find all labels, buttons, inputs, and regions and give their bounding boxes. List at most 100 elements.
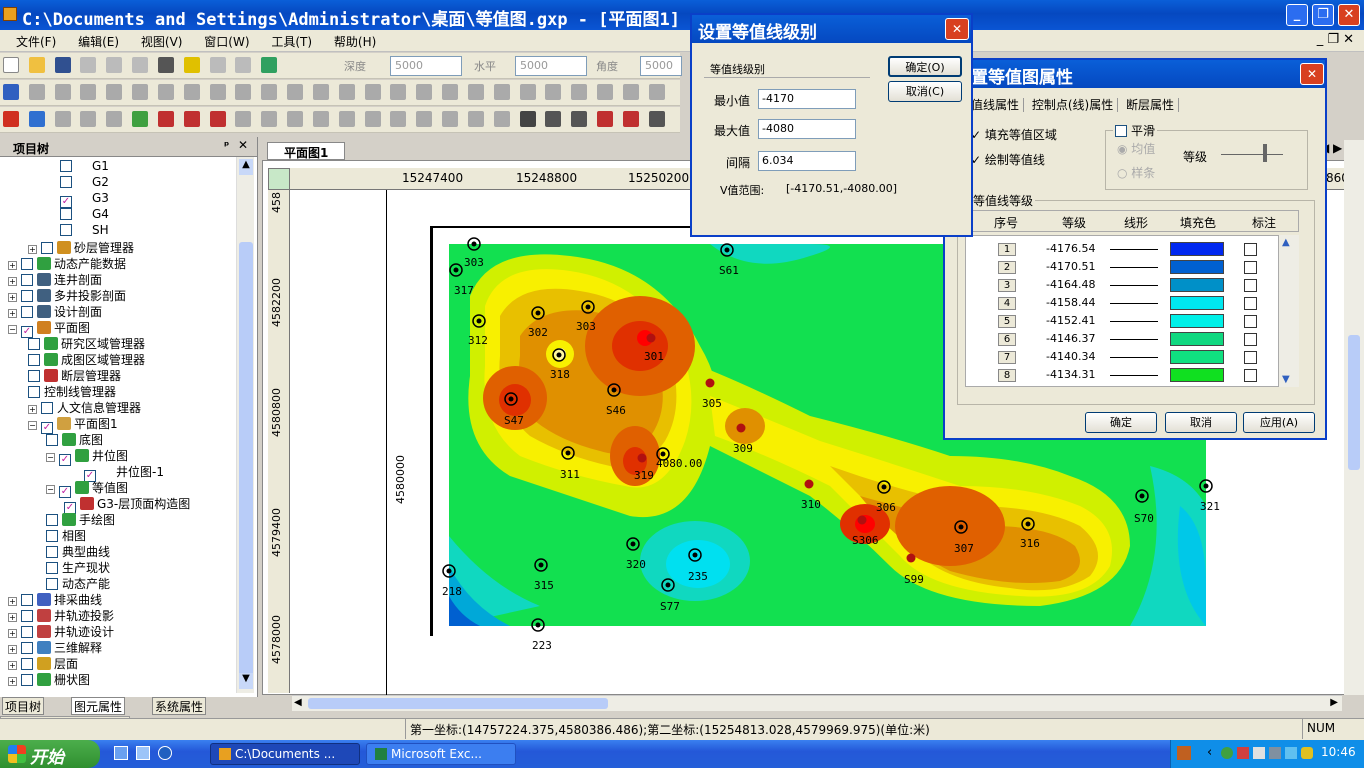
tree-item[interactable]: + 连井剖面 [8,271,102,287]
tree-item[interactable]: 断层管理器 [28,367,121,383]
tray-icon[interactable] [1285,747,1297,759]
tree-checkbox[interactable] [46,514,58,526]
expand-toggle-icon[interactable]: − [46,485,55,494]
hscroll-thumb[interactable] [308,698,608,709]
tree-item[interactable]: G2 [60,175,109,191]
map-tool-icon[interactable] [183,84,200,100]
draw-tool-icon[interactable] [338,111,355,127]
menu-window[interactable]: 窗口(W) [195,30,258,52]
tree-item[interactable]: 研究区域管理器 [28,335,145,351]
tree-item[interactable]: + 人文信息管理器 [28,399,141,415]
tab-plan-map[interactable]: 平面图1 [267,142,346,160]
tree-item[interactable]: SH [60,223,109,239]
map-tool-icon[interactable] [106,84,123,100]
map-tool-icon[interactable] [648,84,665,100]
scroll-left-icon[interactable]: ◀ [294,697,302,708]
level-linestyle[interactable] [1110,285,1158,286]
tree-checkbox[interactable] [41,402,53,414]
draw-tool-icon[interactable] [467,111,484,127]
tab-contour-line[interactable]: 值线属性 [971,98,1025,112]
map-tool-icon[interactable] [287,84,304,100]
map-tool-icon[interactable] [442,84,459,100]
level-fill-swatch[interactable] [1170,242,1224,256]
tree-item[interactable]: 生产现状 [46,559,110,575]
tree-scroll-thumb[interactable] [239,242,253,677]
new-icon[interactable] [3,57,19,73]
tree-item[interactable]: 相图 [46,527,86,543]
map-tool-icon[interactable] [261,84,278,100]
level-label-checkbox[interactable] [1244,261,1257,274]
map-tool-icon[interactable] [338,84,355,100]
redo-icon[interactable] [235,57,252,73]
tree-item[interactable]: + 设计剖面 [8,303,102,319]
map-tool-icon[interactable] [132,84,149,100]
tree-checkbox[interactable] [21,610,33,622]
grade-slider-thumb[interactable] [1263,144,1267,162]
smooth-check[interactable]: 平滑 [1113,122,1158,139]
polygon-icon[interactable] [183,111,200,127]
level-linestyle[interactable] [1110,249,1158,250]
vscroll-thumb[interactable] [1348,335,1360,470]
level-row[interactable]: 6 -4146.37 [988,331,1278,349]
tab-project-tree[interactable]: 项目树 [2,697,45,715]
mdi-controls[interactable]: _ ❐ ✕ [1317,32,1354,47]
contour-icon[interactable] [132,111,149,127]
tree-item[interactable]: 动态产能 [46,575,110,591]
sort-icon[interactable] [622,111,639,127]
tools-icon[interactable] [519,111,536,127]
draw-tool-icon[interactable] [493,111,510,127]
pin-icon[interactable]: ᵖ [224,139,229,152]
tree-item[interactable]: + 井轨迹设计 [8,623,114,639]
tray-icon[interactable] [1177,746,1191,760]
tree-checkbox[interactable] [41,242,53,254]
horizontal-combo[interactable]: 5000 [515,56,587,76]
well-dot[interactable] [705,378,715,388]
level-linestyle[interactable] [1110,357,1158,358]
tree-checkbox[interactable] [21,642,33,654]
levels-scrollbar[interactable]: ▲ ▼ [1279,235,1299,387]
level-label-checkbox[interactable] [1244,315,1257,328]
menu-view[interactable]: 视图(V) [132,30,192,52]
level-label-checkbox[interactable] [1244,351,1257,364]
close-icon[interactable]: ✕ [945,18,969,40]
map-tool-icon[interactable] [545,84,562,100]
quicklaunch-browser-icon[interactable] [158,746,172,760]
well-dot[interactable] [857,515,867,525]
tab-element-props[interactable]: 图元属性 [71,697,126,715]
max-value-input[interactable]: -4080 [758,119,856,139]
tree-checkbox[interactable] [46,546,58,558]
level-linestyle[interactable] [1110,321,1158,322]
close-icon[interactable]: ✕ [1300,63,1324,85]
cut-icon[interactable] [80,57,97,73]
map-tool-icon[interactable] [597,84,614,100]
expand-toggle-icon[interactable]: + [8,293,17,302]
tree-checkbox[interactable]: ✓ [59,454,71,466]
tree-checkbox[interactable] [28,354,40,366]
tree-checkbox[interactable] [21,258,33,270]
map-tool-icon[interactable] [390,84,407,100]
grade-slider[interactable] [1221,154,1283,155]
draw-tool-icon[interactable] [416,111,433,127]
tree-item[interactable]: ✓ G3 [60,191,109,208]
draw-tool-icon[interactable] [261,111,278,127]
tree-item[interactable]: ✓ 井位图-1 [84,463,164,482]
draw-tool-icon[interactable] [54,111,71,127]
quicklaunch-explorer-icon[interactable] [136,746,150,760]
task-gxp-window[interactable]: C:\Documents ... [210,743,360,765]
level-row[interactable]: 4 -4158.44 [988,295,1278,313]
step-value-input[interactable]: 6.034 [758,151,856,171]
level-linestyle[interactable] [1110,375,1158,376]
tree-checkbox[interactable] [46,434,58,446]
tree-checkbox[interactable] [60,160,72,172]
tree-item[interactable]: + 动态产能数据 [8,255,126,271]
draw-tool-icon[interactable] [364,111,381,127]
scroll-down-icon[interactable]: ▼ [1282,374,1290,385]
well-dot[interactable] [804,479,814,489]
marker-icon[interactable] [597,111,614,127]
level-row[interactable]: 8 -4134.31 [988,367,1278,385]
well-dot[interactable] [906,553,916,563]
tree-checkbox[interactable] [21,626,33,638]
expand-toggle-icon[interactable]: + [8,677,17,686]
clip-icon[interactable] [648,111,665,127]
props-apply-button[interactable]: 应用(A) [1243,412,1315,433]
